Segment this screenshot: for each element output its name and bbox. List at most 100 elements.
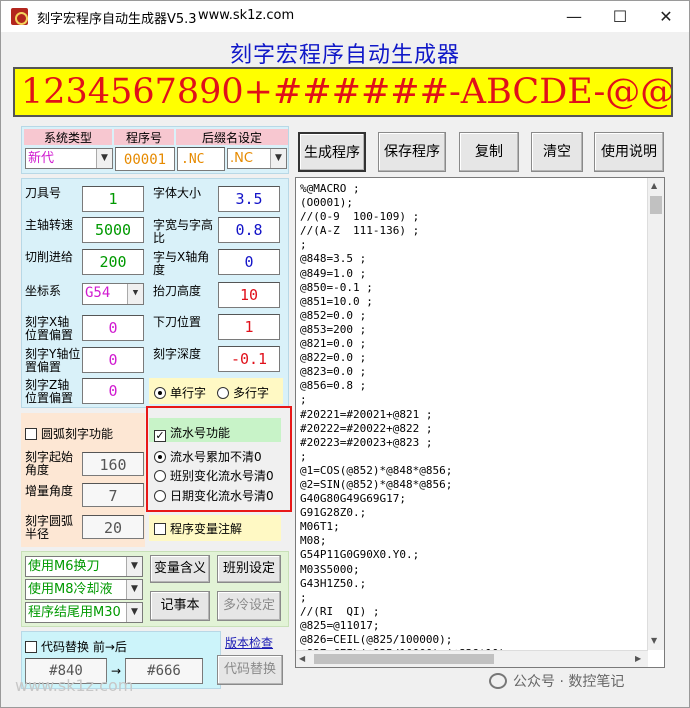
suffix-select[interactable]: .NC ▼ bbox=[227, 148, 287, 169]
code-lines: %@MACRO ; (O0001);//(0-9 100-109) ;//(A-Z… bbox=[300, 182, 519, 661]
code-replace-checkbox[interactable]: 代码替换 前→后 bbox=[25, 638, 127, 655]
code-line: G43H1Z50.; bbox=[300, 576, 367, 590]
arc-radius-input[interactable]: 20 bbox=[82, 515, 144, 539]
feed-rate-input[interactable]: 200 bbox=[82, 249, 144, 275]
generate-program-button[interactable]: 生成程序 bbox=[298, 132, 366, 172]
x-offset-input[interactable]: 0 bbox=[82, 315, 144, 341]
z-offset-label: 刻字Z轴位置偏置 bbox=[25, 378, 74, 405]
program-end-select[interactable]: 程序结尾用M30 ▼ bbox=[25, 602, 143, 623]
horizontal-scroll-thumb[interactable] bbox=[314, 654, 494, 664]
wechat-icon bbox=[489, 673, 507, 689]
scroll-right-icon[interactable]: ▶ bbox=[635, 654, 641, 663]
plunge-position-label: 下刀位置 bbox=[153, 315, 202, 329]
var-meaning-button[interactable]: 变量含义 bbox=[150, 555, 210, 583]
arc-engrave-label: 圆弧刻字功能 bbox=[41, 427, 114, 441]
retract-height-input[interactable]: 10 bbox=[218, 282, 280, 308]
watermark-wechat: 公众号 · 数控笔记 bbox=[489, 671, 624, 691]
code-line: (O0001); bbox=[300, 196, 353, 210]
multi-coolant-button[interactable]: 多冷设定 bbox=[217, 591, 281, 621]
code-line: ; bbox=[300, 238, 307, 252]
help-button[interactable]: 使用说明 bbox=[594, 132, 664, 172]
code-replace-button[interactable]: 代码替换 bbox=[217, 655, 283, 685]
z-offset-input[interactable]: 0 bbox=[82, 378, 144, 404]
chevron-down-icon: ▼ bbox=[127, 284, 143, 304]
system-type-select[interactable]: 新代 ▼ bbox=[25, 148, 113, 169]
single-line-radio[interactable]: 单行字 bbox=[154, 384, 206, 401]
code-line: #20221=#20021+@821 ; bbox=[300, 407, 433, 421]
x-offset-label: 刻字X轴位置偏置 bbox=[25, 315, 74, 342]
replace-to-input[interactable]: #666 bbox=[125, 658, 203, 684]
tool-change-select[interactable]: 使用M6换刀 ▼ bbox=[25, 556, 143, 577]
var-comment-label: 程序变量注解 bbox=[170, 522, 243, 536]
plunge-position-input[interactable]: 1 bbox=[218, 314, 280, 340]
code-line: @856=0.8 ; bbox=[300, 379, 367, 393]
code-line: ; bbox=[300, 590, 307, 604]
shift-setting-button[interactable]: 班别设定 bbox=[217, 555, 281, 583]
y-offset-input[interactable]: 0 bbox=[82, 347, 144, 373]
app-heading: 刻字宏程序自动生成器 bbox=[229, 43, 460, 68]
save-program-button[interactable]: 保存程序 bbox=[378, 132, 446, 172]
multi-line-radio[interactable]: 多行字 bbox=[217, 384, 269, 401]
minimize-button[interactable]: — bbox=[551, 1, 597, 32]
step-angle-input[interactable]: 7 bbox=[82, 483, 144, 507]
engraving-text-display[interactable]: 1234567890+######-ABCDE-@@@@-$ bbox=[13, 67, 673, 117]
scroll-up-icon[interactable]: ▲ bbox=[651, 181, 657, 190]
code-line: @848=3.5 ; bbox=[300, 252, 367, 266]
code-line: ; bbox=[300, 393, 307, 407]
maximize-button[interactable]: ☐ bbox=[597, 1, 643, 32]
code-line: M06T1; bbox=[300, 520, 340, 534]
code-line: ; bbox=[300, 449, 307, 463]
font-size-label: 字体大小 bbox=[153, 186, 202, 200]
program-no-input[interactable]: 00001 bbox=[115, 147, 175, 171]
retract-height-label: 抬刀高度 bbox=[153, 284, 202, 298]
version-check-link[interactable]: 版本检查 bbox=[225, 634, 273, 651]
window-url-text: www.sk1z.com bbox=[198, 8, 295, 23]
arc-engrave-checkbox[interactable]: 圆弧刻字功能 bbox=[25, 425, 113, 442]
multi-line-label: 多行字 bbox=[233, 386, 270, 400]
code-line: //(0-9 100-109) ; bbox=[300, 210, 420, 224]
code-output-textarea[interactable]: %@MACRO ; (O0001);//(0-9 100-109) ;//(A-Z… bbox=[295, 177, 665, 668]
engrave-depth-input[interactable]: -0.1 bbox=[218, 346, 280, 372]
chevron-down-icon: ▼ bbox=[126, 603, 142, 622]
suffix-label: 后缀名设定 bbox=[176, 129, 288, 145]
vertical-scrollbar[interactable]: ▲ ▼ bbox=[647, 178, 664, 650]
horizontal-scrollbar[interactable]: ◀ ▶ bbox=[296, 650, 648, 667]
scroll-left-icon[interactable]: ◀ bbox=[299, 654, 305, 663]
step-angle-label: 增量角度 bbox=[25, 484, 74, 498]
code-line: G91G28Z0.; bbox=[300, 506, 367, 520]
code-line: %@MACRO ; bbox=[300, 182, 360, 195]
tool-no-input[interactable]: 1 bbox=[82, 186, 144, 212]
code-line: #20222=#20022+@822 ; bbox=[300, 421, 433, 435]
vertical-scroll-thumb[interactable] bbox=[650, 196, 662, 214]
code-line: @852=0.0 ; bbox=[300, 308, 367, 322]
code-line: @853=200 ; bbox=[300, 322, 367, 336]
window-title: 刻字宏程序自动生成器V5.3 bbox=[37, 12, 197, 27]
coordinate-select[interactable]: G54 ▼ bbox=[82, 283, 144, 305]
notepad-button[interactable]: 记事本 bbox=[150, 591, 210, 621]
spindle-speed-input[interactable]: 5000 bbox=[82, 217, 144, 243]
code-line: @851=10.0 ; bbox=[300, 294, 373, 308]
width-height-ratio-label: 字宽与字高比 bbox=[153, 218, 214, 245]
x-angle-input[interactable]: 0 bbox=[218, 249, 280, 275]
watermark-site: www.sk1z.com bbox=[15, 676, 134, 695]
clear-button[interactable]: 清空 bbox=[531, 132, 583, 172]
font-size-input[interactable]: 3.5 bbox=[218, 186, 280, 212]
scroll-down-icon[interactable]: ▼ bbox=[651, 636, 657, 645]
chevron-down-icon: ▼ bbox=[126, 580, 142, 599]
code-line: @850=-0.1 ; bbox=[300, 280, 373, 294]
chevron-down-icon: ▼ bbox=[126, 557, 142, 576]
feed-rate-label: 切削进给 bbox=[25, 250, 74, 264]
start-angle-input[interactable]: 160 bbox=[82, 452, 144, 476]
tool-no-label: 刀具号 bbox=[25, 186, 62, 200]
app-window: 刻字宏程序自动生成器V5.3 www.sk1z.com — ☐ ✕ 刻字宏程序自… bbox=[0, 0, 690, 708]
copy-button[interactable]: 复制 bbox=[459, 132, 519, 172]
width-height-ratio-input[interactable]: 0.8 bbox=[218, 217, 280, 243]
close-button[interactable]: ✕ bbox=[643, 1, 689, 32]
code-line: @821=0.0 ; bbox=[300, 337, 367, 351]
program-no-label: 程序号 bbox=[114, 129, 174, 145]
suffix-input-1[interactable]: .NC bbox=[177, 147, 225, 171]
var-comment-checkbox[interactable]: 程序变量注解 bbox=[154, 520, 242, 537]
coolant-select[interactable]: 使用M8冷却液 ▼ bbox=[25, 579, 143, 600]
start-angle-label: 刻字起始角度 bbox=[25, 450, 74, 477]
checkbox-empty-icon bbox=[25, 428, 37, 440]
